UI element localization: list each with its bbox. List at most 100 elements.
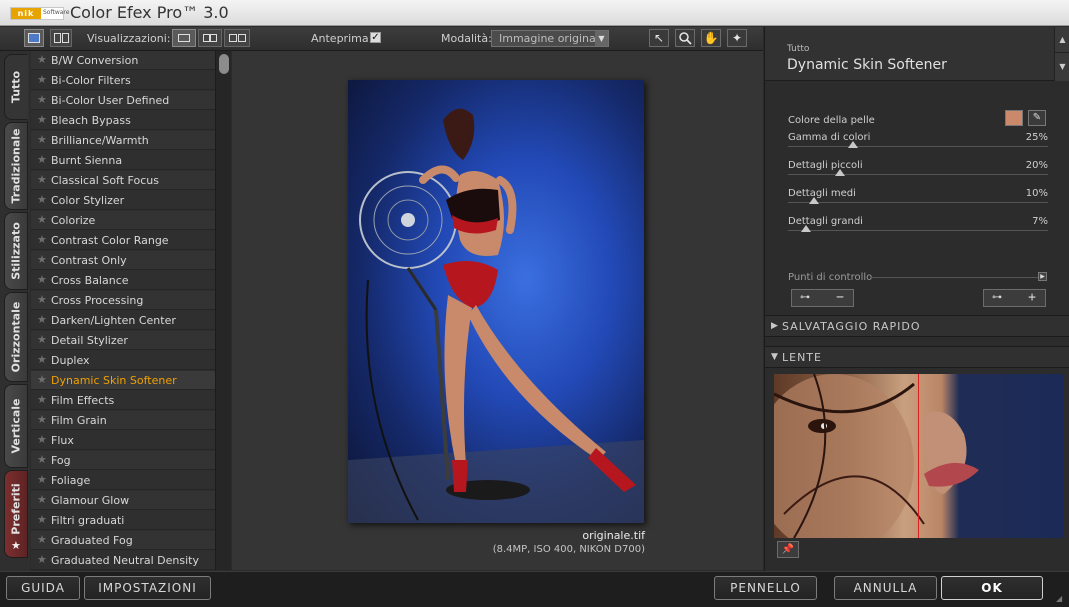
filter-item[interactable]: ★ Film Grain — [31, 411, 215, 430]
star-icon[interactable]: ★ — [37, 293, 47, 306]
star-icon[interactable]: ★ — [37, 53, 47, 66]
tab-orizzontale[interactable]: Orizzontale — [4, 292, 28, 382]
chevron-right-icon[interactable]: ▶ — [1038, 272, 1047, 281]
star-icon[interactable]: ★ — [37, 153, 47, 166]
filter-item[interactable]: ★ Fog — [31, 451, 215, 470]
star-icon[interactable]: ★ — [37, 553, 47, 566]
tab-preferiti[interactable]: Preferiti ★ — [4, 470, 28, 558]
loupe-section[interactable]: ▼ LENTE — [765, 346, 1069, 368]
tab-verticale[interactable]: Verticale — [4, 384, 28, 468]
view-single-button[interactable] — [172, 29, 196, 47]
filter-item[interactable]: ★ Classical Soft Focus — [31, 171, 215, 190]
star-icon[interactable]: ★ — [37, 393, 47, 406]
filter-item[interactable]: ★ Glamour Glow — [31, 491, 215, 510]
star-icon[interactable]: ★ — [37, 433, 47, 446]
preview-image[interactable] — [348, 80, 644, 523]
loupe-view[interactable] — [774, 374, 1063, 538]
filter-item[interactable]: ★ Burnt Sienna — [31, 151, 215, 170]
slider-track[interactable] — [788, 230, 1048, 231]
star-icon[interactable]: ★ — [37, 253, 47, 266]
quick-save-section[interactable]: ▶ SALVATAGGIO RAPIDO — [765, 315, 1069, 337]
star-icon[interactable]: ★ — [37, 133, 47, 146]
filter-item[interactable]: ★ Bleach Bypass — [31, 111, 215, 130]
filter-item[interactable]: ★ Contrast Only — [31, 251, 215, 270]
ok-button[interactable]: OK — [941, 576, 1043, 600]
filter-item[interactable]: ★ Brilliance/Warmth — [31, 131, 215, 150]
star-icon[interactable]: ★ — [37, 193, 47, 206]
star-icon[interactable]: ★ — [37, 533, 47, 546]
filter-item[interactable]: ★ Dynamic Skin Softener — [31, 371, 215, 390]
loupe-label: LENTE — [782, 351, 822, 364]
remove-control-point-button[interactable]: ⊶ − — [791, 289, 854, 307]
star-icon[interactable]: ★ — [37, 453, 47, 466]
star-icon[interactable]: ★ — [37, 313, 47, 326]
eyedropper-icon[interactable]: ✎ — [1028, 110, 1046, 126]
filter-item[interactable]: ★ Graduated Neutral Density — [31, 551, 215, 570]
filter-item[interactable]: ★ Detail Stylizer — [31, 331, 215, 350]
filter-item[interactable]: ★ Cross Balance — [31, 271, 215, 290]
star-icon[interactable]: ★ — [37, 333, 47, 346]
scrollbar-thumb[interactable] — [219, 54, 229, 74]
star-icon[interactable]: ★ — [37, 353, 47, 366]
slider-handle[interactable] — [801, 225, 812, 232]
filter-item[interactable]: ★ B/W Conversion — [31, 51, 215, 70]
star-icon[interactable]: ★ — [37, 273, 47, 286]
filter-list-scrollbar[interactable] — [215, 51, 231, 570]
star-icon[interactable]: ★ — [37, 473, 47, 486]
slider-handle[interactable] — [809, 197, 819, 204]
cancel-button[interactable]: ANNULLA — [834, 576, 937, 600]
filter-item[interactable]: ★ Film Effects — [31, 391, 215, 410]
view-split-button[interactable] — [198, 29, 222, 47]
star-icon[interactable]: ★ — [37, 213, 47, 226]
hand-tool-button[interactable]: ✋ — [701, 29, 721, 47]
add-control-point-button[interactable]: ⊶ + — [983, 289, 1046, 307]
filter-item[interactable]: ★ Bi-Color User Defined — [31, 91, 215, 110]
help-button[interactable]: GUIDA — [6, 576, 80, 600]
light-tool-button[interactable]: ✦ — [727, 29, 747, 47]
star-icon[interactable]: ★ — [37, 93, 47, 106]
star-icon[interactable]: ★ — [37, 73, 47, 86]
zoom-tool-button[interactable] — [675, 29, 695, 47]
resize-grip-icon[interactable]: ◢ — [1056, 594, 1066, 604]
split-thumb-button[interactable] — [50, 29, 72, 47]
filter-item[interactable]: ★ Flux — [31, 431, 215, 450]
filter-item[interactable]: ★ Foliage — [31, 471, 215, 490]
star-icon[interactable]: ★ — [37, 413, 47, 426]
view-side-by-side-button[interactable] — [224, 29, 250, 47]
star-icon[interactable]: ★ — [37, 173, 47, 186]
filter-item[interactable]: ★ Graduated Fog — [31, 531, 215, 550]
slider-handle[interactable] — [835, 169, 845, 176]
filter-item[interactable]: ★ Darken/Lighten Center — [31, 311, 215, 330]
filter-controls: Colore della pelle ✎ Gamma di colori 25% D… — [765, 82, 1069, 312]
pointer-tool-button[interactable]: ↖ — [649, 29, 669, 47]
filter-item[interactable]: ★ Color Stylizer — [31, 191, 215, 210]
mode-select[interactable]: Immagine originale ▼ — [491, 30, 609, 47]
slider-track[interactable] — [788, 202, 1048, 203]
tab-tradizionale[interactable]: Tradizionale — [4, 122, 28, 210]
slider-track[interactable] — [788, 146, 1048, 147]
filter-item[interactable]: ★ Bi-Color Filters — [31, 71, 215, 90]
skin-color-swatch[interactable] — [1005, 110, 1023, 126]
brush-button[interactable]: PENNELLO — [714, 576, 817, 600]
star-icon[interactable]: ★ — [37, 513, 47, 526]
filter-item[interactable]: ★ Contrast Color Range — [31, 231, 215, 250]
chevron-up-icon[interactable]: ▲ — [1055, 27, 1069, 53]
pin-loupe-button[interactable]: 📌 — [777, 541, 799, 558]
filter-item[interactable]: ★ Colorize — [31, 211, 215, 230]
settings-button[interactable]: IMPOSTAZIONI — [84, 576, 211, 600]
slider-handle[interactable] — [848, 141, 858, 148]
filter-item[interactable]: ★ Cross Processing — [31, 291, 215, 310]
single-view-thumb-button[interactable] — [24, 29, 44, 47]
star-icon[interactable]: ★ — [37, 113, 47, 126]
filter-item-label: Fog — [51, 454, 71, 467]
tab-tutto[interactable]: Tutto — [4, 54, 28, 120]
star-icon[interactable]: ★ — [37, 373, 47, 386]
tab-stilizzato[interactable]: Stilizzato — [4, 212, 28, 290]
preview-checkbox[interactable]: ✓ — [370, 32, 381, 43]
star-icon[interactable]: ★ — [37, 233, 47, 246]
filter-item[interactable]: ★ Duplex — [31, 351, 215, 370]
star-icon[interactable]: ★ — [37, 493, 47, 506]
filter-item[interactable]: ★ Filtri graduati — [31, 511, 215, 530]
slider-track[interactable] — [788, 174, 1048, 175]
chevron-down-icon[interactable]: ▼ — [1055, 54, 1069, 80]
